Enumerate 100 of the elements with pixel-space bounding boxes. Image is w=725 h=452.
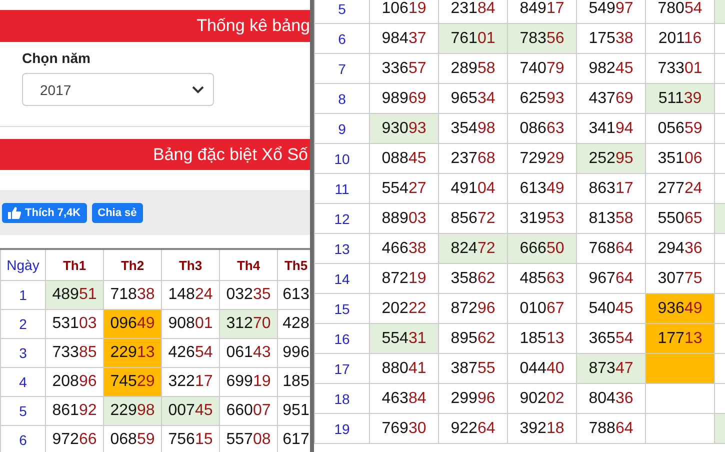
number-cell: 09649: [104, 310, 162, 338]
number-cell: 23768: [438, 144, 508, 174]
number-cell: 61349: [508, 174, 576, 204]
number-cell: 46384: [370, 384, 438, 414]
number-cell: 89562: [438, 324, 508, 354]
number-cell: 78356: [508, 24, 576, 54]
number-cell: 05659: [646, 114, 714, 144]
number-cell: 86317: [576, 174, 646, 204]
day-cell: 3: [0, 338, 46, 368]
number-cell: 76864: [576, 234, 646, 264]
day-cell: 2: [0, 310, 46, 338]
number-cell: 90801: [162, 310, 220, 338]
column-header: Th3: [162, 249, 220, 280]
number-cell: 35498: [438, 114, 508, 144]
number-cell: 53103: [46, 310, 104, 338]
number-cell: 35862: [438, 264, 508, 294]
column-header: Th4: [220, 249, 278, 280]
day-cell: 14: [314, 264, 370, 294]
like-button[interactable]: Thích 7,4K: [2, 202, 87, 222]
number-cell: 98437: [370, 24, 438, 54]
day-cell: 18: [314, 384, 370, 414]
number-cell: 93093: [370, 114, 438, 144]
number-cell: 51139: [646, 84, 714, 114]
number-cell: 17713: [646, 324, 714, 354]
number-cell: 35106: [646, 144, 714, 174]
number-cell: 86192: [46, 396, 104, 426]
number-cell: 88041: [370, 354, 438, 384]
number-cell: 92264: [438, 414, 508, 444]
number-cell: 80436: [576, 384, 646, 414]
number-cell: 73385: [46, 338, 104, 368]
number-cell: 31270: [220, 310, 278, 338]
number-cell: 00745: [162, 396, 220, 426]
number-cell: 39218: [508, 414, 576, 444]
section-header: Thống kê bảng: [0, 10, 310, 42]
number-cell: 66650: [508, 234, 576, 264]
day-cell: 4: [0, 368, 46, 396]
number-cell: 55427: [370, 174, 438, 204]
number-cell: 27724: [646, 174, 714, 204]
number-cell: 28958: [438, 54, 508, 84]
table-cell: [646, 384, 714, 414]
number-cell: 20896: [46, 368, 104, 396]
day-cell: 10: [314, 144, 370, 174]
day-cell: 7: [314, 54, 370, 84]
number-cell: 54997: [576, 0, 646, 24]
number-cell: 81358: [576, 204, 646, 234]
number-cell: 78864: [576, 414, 646, 444]
number-cell: 62593: [508, 84, 576, 114]
number-cell: 74079: [508, 54, 576, 84]
number-cell: 90202: [508, 384, 576, 414]
number-cell: 22998: [104, 396, 162, 426]
year-label: Chọn năm: [22, 50, 92, 66]
number-cell: 18513: [508, 324, 576, 354]
number-cell: 29996: [438, 384, 508, 414]
number-cell: 48563: [508, 264, 576, 294]
day-cell: 12: [314, 204, 370, 234]
number-cell: 54045: [576, 294, 646, 324]
number-cell: 87296: [438, 294, 508, 324]
number-cell: 08663: [508, 114, 576, 144]
number-cell: 38755: [438, 354, 508, 384]
number-cell: 43769: [576, 84, 646, 114]
day-cell: 6: [314, 24, 370, 54]
number-cell: 87347: [576, 354, 646, 384]
number-cell: 48951: [46, 280, 104, 310]
number-cell: 04440: [508, 354, 576, 384]
number-cell: 96534: [438, 84, 508, 114]
share-button[interactable]: Chia sẻ: [92, 202, 143, 222]
column-header: Ngày: [0, 249, 46, 280]
number-cell: 96764: [576, 264, 646, 294]
day-cell: 17: [314, 354, 370, 384]
number-cell: 69919: [220, 368, 278, 396]
number-cell: 08845: [370, 144, 438, 174]
chevron-down-icon: [192, 86, 204, 94]
number-cell: 78054: [646, 0, 714, 24]
number-cell: 01067: [508, 294, 576, 324]
number-cell: 88903: [370, 204, 438, 234]
day-cell: 5: [314, 0, 370, 24]
number-cell: 72929: [508, 144, 576, 174]
number-cell: 55065: [646, 204, 714, 234]
day-cell: 11: [314, 174, 370, 204]
number-cell: 87219: [370, 264, 438, 294]
day-cell: 15: [314, 294, 370, 324]
day-cell: 6: [0, 426, 46, 452]
number-cell: 33657: [370, 54, 438, 84]
number-cell: 82472: [438, 234, 508, 264]
number-cell: 42654: [162, 338, 220, 368]
day-cell: 8: [314, 84, 370, 114]
column-header: Th2: [104, 249, 162, 280]
year-select[interactable]: 2017: [22, 73, 214, 106]
number-cell: 20116: [646, 24, 714, 54]
day-cell: 19: [314, 414, 370, 444]
number-cell: 22913: [104, 338, 162, 368]
number-cell: 93649: [646, 294, 714, 324]
day-cell: 13: [314, 234, 370, 264]
number-cell: 29436: [646, 234, 714, 264]
number-cell: 25295: [576, 144, 646, 174]
section-header: Bảng đặc biệt Xổ Số: [0, 139, 310, 170]
number-cell: 55431: [370, 324, 438, 354]
number-cell: 46638: [370, 234, 438, 264]
number-cell: 10619: [370, 0, 438, 24]
number-cell: 76930: [370, 414, 438, 444]
